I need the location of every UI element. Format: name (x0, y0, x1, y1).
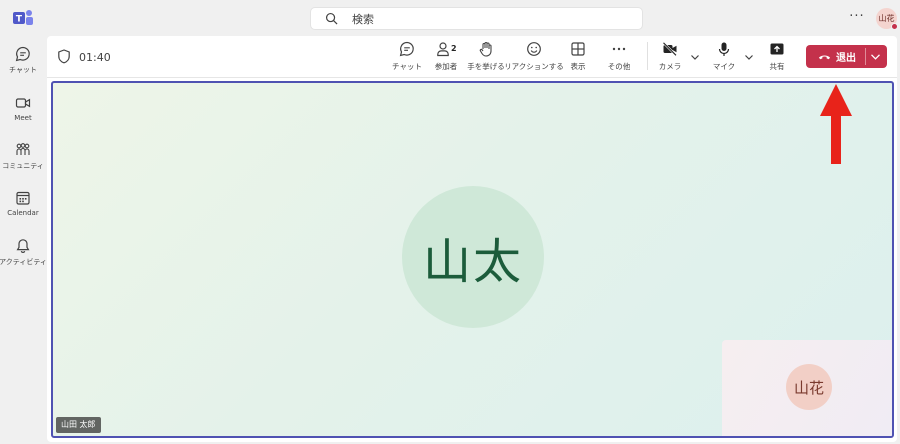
camera-button[interactable]: カメラ (659, 41, 681, 75)
more-button[interactable]: その他 (607, 41, 631, 75)
top-bar: T 検索 ··· 山花 (0, 0, 900, 36)
video-icon (15, 98, 31, 108)
grid-layout-icon (571, 42, 585, 56)
emoji-icon (527, 42, 541, 56)
rail-item-community[interactable]: コミュニティ (0, 138, 46, 178)
participants-button[interactable]: 2 参加者 (432, 41, 460, 75)
chat-button[interactable]: チャット (392, 41, 422, 75)
rail-item-label: コミュニティ (2, 162, 44, 170)
mic-button-label: マイク (712, 62, 736, 71)
main-participant-initials: 山太 (422, 234, 523, 290)
leave-button-label: 退出 (836, 53, 856, 64)
main-participant-avatar[interactable]: 山太 (402, 186, 544, 328)
participants-button-label: 参加者 (434, 62, 458, 71)
leave-options-chevron-icon[interactable] (870, 51, 881, 62)
toolbar-divider (647, 42, 648, 70)
view-button[interactable]: 表示 (568, 41, 588, 75)
rail-item-label: アクティビティ (0, 258, 47, 266)
annotation-arrow-icon (820, 84, 852, 164)
more-button-label: その他 (607, 62, 631, 71)
reactions-button-label: リアクションする (504, 62, 564, 71)
rail-item-activity[interactable]: アクティビティ (0, 234, 47, 274)
community-icon (16, 143, 30, 155)
microphone-icon (718, 42, 730, 56)
meeting-toolbar: 01:40 チャット 2 参加者 手を挙げる リアクションする 表示 その他 カ… (47, 36, 897, 78)
reactions-button[interactable]: リアクションする (504, 41, 564, 75)
share-button[interactable]: 共有 (767, 41, 787, 75)
camera-options-chevron-icon[interactable] (690, 52, 700, 62)
leave-button-divider (865, 48, 866, 65)
self-avatar-initials: 山花 (793, 378, 824, 397)
search-placeholder: 検索 (352, 12, 374, 26)
rail-item-label: Calendar (7, 209, 39, 217)
participants-count: 2 (451, 44, 457, 53)
rail-item-label: Meet (14, 114, 32, 122)
meeting-timer: 01:40 (79, 51, 111, 64)
calendar-icon (16, 191, 30, 205)
raise-hand-button[interactable]: 手を挙げる (467, 41, 505, 75)
rail-item-label: チャット (9, 66, 37, 74)
chat-icon (399, 41, 414, 57)
share-button-label: 共有 (769, 62, 785, 71)
shield-icon[interactable] (57, 49, 71, 64)
camera-off-icon (662, 42, 677, 57)
svg-text:T: T (16, 15, 23, 25)
presence-status-icon (891, 23, 898, 30)
hang-up-icon (818, 55, 831, 60)
people-icon (437, 42, 449, 57)
rail-item-calendar[interactable]: Calendar (0, 186, 46, 226)
mic-button[interactable]: マイク (713, 41, 735, 75)
more-options-button[interactable]: ··· (848, 9, 866, 27)
bell-icon (16, 239, 30, 253)
raise-hand-button-label: 手を挙げる (467, 62, 505, 71)
share-screen-icon (770, 43, 784, 55)
meeting-window: 01:40 チャット 2 参加者 手を挙げる リアクションする 表示 その他 カ… (47, 36, 897, 442)
leave-button[interactable]: 退出 (806, 45, 887, 68)
search-icon (325, 12, 338, 25)
user-avatar[interactable]: 山花 (876, 8, 898, 30)
participant-name-tag: 山田 太郎 (56, 417, 101, 433)
rail-item-chat[interactable]: チャット (0, 42, 46, 82)
camera-button-label: カメラ (658, 62, 682, 71)
self-view-tile[interactable]: 山花 (722, 340, 892, 436)
hand-icon (479, 41, 492, 57)
search-input[interactable]: 検索 (310, 7, 643, 30)
video-stage: 山太 山田 太郎 山花 (51, 81, 894, 438)
more-horizontal-icon (612, 47, 626, 51)
left-rail: チャット Meet コミュニティ Calendar アクティビティ (0, 36, 47, 444)
rail-item-meet[interactable]: Meet (0, 91, 46, 131)
view-button-label: 表示 (570, 62, 586, 71)
chat-button-label: チャット (392, 62, 422, 71)
teams-logo-icon[interactable]: T (12, 8, 34, 28)
chat-icon (15, 46, 30, 62)
self-avatar: 山花 (786, 364, 832, 410)
mic-options-chevron-icon[interactable] (744, 52, 754, 62)
